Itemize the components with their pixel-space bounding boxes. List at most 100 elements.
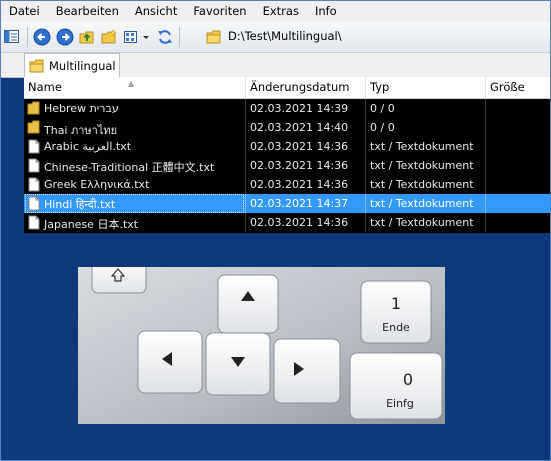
file-type: 0 / 0	[370, 121, 395, 134]
sort-arrow-icon: ▲	[128, 79, 135, 88]
list-item-selected[interactable]: Hindi हिन्दी.txt 02.03.2021 14:37 txt / …	[24, 194, 550, 213]
shift-key	[91, 267, 147, 294]
keyboard-illustration: 1 Ende 0 Einfg	[78, 267, 445, 424]
file-name: Japanese 日本.txt	[44, 218, 139, 231]
folder-up-icon[interactable]	[78, 28, 96, 46]
file-date: 02.03.2021 14:36	[250, 140, 349, 153]
column-divider	[485, 194, 486, 213]
file-type: txt / Textdokument	[370, 140, 474, 153]
menu-bar: Datei Bearbeiten Ansicht Favoriten Extra…	[1, 1, 550, 23]
column-divider	[245, 137, 246, 156]
column-divider	[485, 156, 486, 175]
text-file-icon	[28, 177, 40, 192]
column-divider	[245, 99, 246, 118]
file-name: Hindi हिन्दी.txt	[44, 198, 116, 211]
list-item[interactable]: Hebrew עברית 02.03.2021 14:39 0 / 0	[24, 99, 550, 118]
file-date: 02.03.2021 14:36	[250, 178, 349, 191]
column-divider	[245, 156, 246, 175]
column-divider	[365, 99, 366, 118]
refresh-icon[interactable]	[156, 28, 174, 46]
text-file-icon	[28, 139, 40, 154]
arrow-down-key	[205, 332, 271, 396]
back-arrow-icon[interactable]	[33, 28, 51, 46]
file-name: Hebrew עברית	[44, 102, 119, 115]
numpad-0-key: 0 Einfg	[349, 352, 443, 420]
column-header-date[interactable]: Änderungsdatum	[246, 77, 366, 98]
column-divider	[485, 137, 486, 156]
list-item[interactable]: Chinese-Traditional 正體中文.txt 02.03.2021 …	[24, 156, 550, 175]
column-divider	[245, 194, 246, 213]
file-list: Name ▲ Änderungsdatum Typ Größe Hebrew ע…	[24, 77, 550, 233]
tab-multilingual[interactable]: Multilingual	[24, 53, 120, 77]
column-divider	[485, 175, 486, 194]
file-type: txt / Textdokument	[370, 197, 474, 210]
column-date-label: Änderungsdatum	[250, 80, 350, 94]
column-divider	[485, 213, 486, 232]
column-type-label: Typ	[370, 80, 390, 94]
text-file-icon	[28, 215, 40, 230]
key-label-ende: Ende	[382, 321, 410, 334]
column-size-label: Größe	[490, 80, 525, 94]
list-item[interactable]: Arabic العربية.txt 02.03.2021 14:36 txt …	[24, 137, 550, 156]
arrow-right-key	[273, 338, 341, 404]
panel-toggle-icon[interactable]	[3, 28, 21, 46]
column-divider	[365, 156, 366, 175]
tab-bar: Multilingual	[1, 53, 550, 78]
toolbar: D:\Test\Multilingual\	[1, 22, 550, 53]
file-type: txt / Textdokument	[370, 216, 474, 229]
column-divider	[245, 118, 246, 137]
arrow-left-key	[137, 330, 203, 394]
file-date: 02.03.2021 14:36	[250, 159, 349, 172]
column-divider	[245, 175, 246, 194]
tab-label: Multilingual	[49, 59, 116, 73]
folder-icon	[29, 59, 44, 73]
column-divider	[245, 213, 246, 232]
key-label-1: 1	[391, 294, 401, 313]
column-divider	[365, 213, 366, 232]
file-type: txt / Textdokument	[370, 159, 474, 172]
arrow-up-key	[217, 274, 279, 334]
text-file-icon	[28, 196, 40, 211]
menu-extras[interactable]: Extras	[255, 1, 307, 22]
toolbar-separator	[179, 27, 180, 47]
list-header: Name ▲ Änderungsdatum Typ Größe	[24, 77, 550, 99]
list-item[interactable]: Greek Ελληνικά.txt 02.03.2021 14:36 txt …	[24, 175, 550, 194]
toolbar-separator	[27, 27, 28, 47]
column-divider	[365, 175, 366, 194]
column-divider	[485, 99, 486, 118]
chevron-down-icon[interactable]	[141, 28, 151, 46]
view-options-icon[interactable]	[122, 28, 140, 46]
key-label-0: 0	[403, 370, 413, 389]
column-name-label: Name	[28, 80, 62, 94]
file-date: 02.03.2021 14:39	[250, 102, 349, 115]
file-type: txt / Textdokument	[370, 178, 474, 191]
address-bar[interactable]: D:\Test\Multilingual\	[228, 29, 342, 43]
menu-favoriten[interactable]: Favoriten	[185, 1, 254, 22]
file-name: Greek Ελληνικά.txt	[44, 178, 150, 191]
column-header-type[interactable]: Typ	[366, 77, 486, 98]
list-item[interactable]: Thai ภาษาไทย 02.03.2021 14:40 0 / 0	[24, 118, 550, 137]
numpad-1-key: 1 Ende	[360, 280, 432, 344]
text-file-icon	[28, 158, 40, 173]
column-divider	[365, 118, 366, 137]
file-date: 02.03.2021 14:36	[250, 216, 349, 229]
column-header-name[interactable]: Name ▲	[24, 77, 246, 98]
list-item[interactable]: Japanese 日本.txt 02.03.2021 14:36 txt / T…	[24, 213, 550, 232]
file-name: Arabic العربية.txt	[44, 140, 132, 153]
menu-bearbeiten[interactable]: Bearbeiten	[48, 1, 127, 22]
menu-info[interactable]: Info	[307, 1, 345, 22]
column-divider	[485, 118, 486, 137]
forward-arrow-icon[interactable]	[56, 28, 74, 46]
new-folder-icon[interactable]	[100, 28, 118, 46]
file-type: 0 / 0	[370, 102, 395, 115]
menu-ansicht[interactable]: Ansicht	[127, 1, 185, 22]
folder-icon	[27, 120, 40, 134]
column-divider	[365, 137, 366, 156]
folder-icon	[27, 101, 40, 115]
column-divider	[365, 194, 366, 213]
file-date: 02.03.2021 14:37	[250, 197, 349, 210]
column-header-size[interactable]: Größe	[486, 77, 550, 98]
folder-icon	[206, 30, 221, 44]
file-date: 02.03.2021 14:40	[250, 121, 349, 134]
menu-datei[interactable]: Datei	[1, 1, 48, 22]
